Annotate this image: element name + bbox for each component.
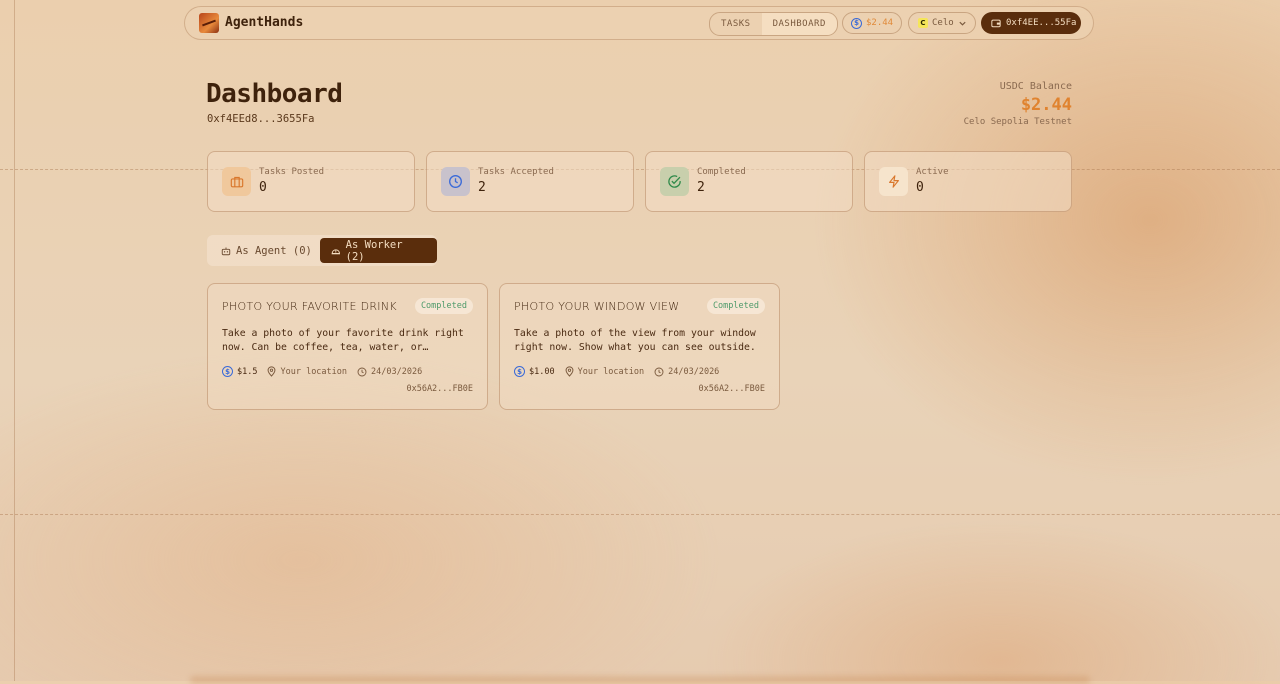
bottom-shadow (190, 676, 1090, 684)
lightning-icon (879, 167, 908, 196)
nav-tab-dashboard[interactable]: DASHBOARD (761, 13, 837, 35)
task-date: 24/03/2026 (668, 366, 720, 377)
top-navbar: AgentHands TASKS DASHBOARD $ $2.44 C Cel… (184, 6, 1094, 40)
nav-tabs: TASKS DASHBOARD (709, 12, 838, 36)
account-address: 0xf4EEd8...3655Fa (207, 113, 315, 125)
tab-label: As Worker (2) (345, 238, 403, 263)
task-amount: $1.5 (237, 366, 258, 377)
wallet-address: 0xf4EE...55Fa (1006, 18, 1077, 28)
stat-card-active: Active 0 (864, 151, 1072, 212)
task-card[interactable]: PHOTO YOUR WINDOW VIEW Completed Take a … (499, 283, 780, 410)
chevron-down-icon (959, 21, 966, 26)
stat-card-tasks-posted: Tasks Posted 0 (207, 151, 415, 212)
divider-line (0, 514, 1280, 515)
balance-value: $2.44 (1020, 95, 1072, 115)
task-amount: $1.00 (529, 366, 555, 377)
tab-as-worker[interactable]: As Worker (2) (320, 238, 437, 263)
usdc-icon: $ (851, 17, 862, 29)
task-poster: 0x56A2...FB0E (406, 384, 473, 394)
balance-pill[interactable]: $ $2.44 (842, 12, 902, 34)
network-name: Celo Sepolia Testnet (963, 117, 1072, 127)
stat-label: Tasks Posted (259, 167, 325, 177)
status-badge: Completed (706, 298, 765, 314)
clock-icon (357, 367, 367, 376)
task-poster: 0x56A2...FB0E (698, 384, 765, 394)
balance-pill-value: $2.44 (866, 18, 894, 28)
task-location: Your location (280, 366, 348, 377)
stat-value: 2 (478, 180, 486, 195)
stat-card-tasks-accepted: Tasks Accepted 2 (426, 151, 634, 212)
robot-icon (221, 247, 231, 255)
stat-value: 2 (697, 180, 705, 195)
wallet-button[interactable]: 0xf4EE...55Fa (981, 12, 1081, 34)
role-tabs: As Agent (0) As Worker (2) (207, 235, 437, 266)
stat-label: Active (916, 167, 949, 177)
status-badge: Completed (414, 298, 473, 314)
stat-label: Tasks Accepted (478, 167, 554, 177)
nav-tab-tasks[interactable]: TASKS (710, 13, 762, 35)
chain-name: Celo (932, 18, 954, 28)
logo-icon[interactable] (199, 13, 219, 33)
clock-icon (441, 167, 470, 196)
map-pin-icon (565, 366, 574, 377)
task-card[interactable]: PHOTO YOUR FAVORITE DRINK Completed Take… (207, 283, 488, 410)
celo-icon: C (918, 18, 928, 28)
page-title: Dashboard (206, 79, 343, 109)
divider-line (0, 169, 1280, 170)
briefcase-icon (222, 167, 251, 196)
chain-selector[interactable]: C Celo (908, 12, 976, 34)
hard-hat-icon (331, 248, 341, 254)
stat-card-completed: Completed 2 (645, 151, 853, 212)
brand-name[interactable]: AgentHands (225, 15, 303, 30)
tab-label: As Agent (0) (236, 244, 312, 257)
check-circle-icon (660, 167, 689, 196)
stat-label: Completed (697, 167, 746, 177)
wallet-icon (991, 19, 1001, 28)
map-pin-icon (268, 366, 276, 377)
task-meta: $ $1.00 Your location 24/03/2026 (514, 366, 729, 377)
clock-icon (654, 367, 664, 376)
stat-value: 0 (916, 180, 924, 195)
task-description: Take a photo of the view from your windo… (514, 328, 756, 353)
task-meta: $ $1.5 Your location 24/03/2026 (222, 366, 432, 377)
task-date: 24/03/2026 (371, 366, 423, 377)
balance-label: USDC Balance (999, 81, 1072, 92)
task-description: Take a photo of your favorite drink righ… (222, 328, 464, 353)
stat-value: 0 (259, 180, 267, 195)
usdc-icon: $ (514, 366, 525, 377)
usdc-icon: $ (222, 366, 233, 377)
task-title: PHOTO YOUR WINDOW VIEW (514, 300, 680, 313)
tab-as-agent[interactable]: As Agent (0) (221, 238, 312, 263)
page-edge-line (14, 0, 15, 681)
task-location: Your location (577, 366, 645, 377)
task-title: PHOTO YOUR FAVORITE DRINK (222, 300, 397, 313)
